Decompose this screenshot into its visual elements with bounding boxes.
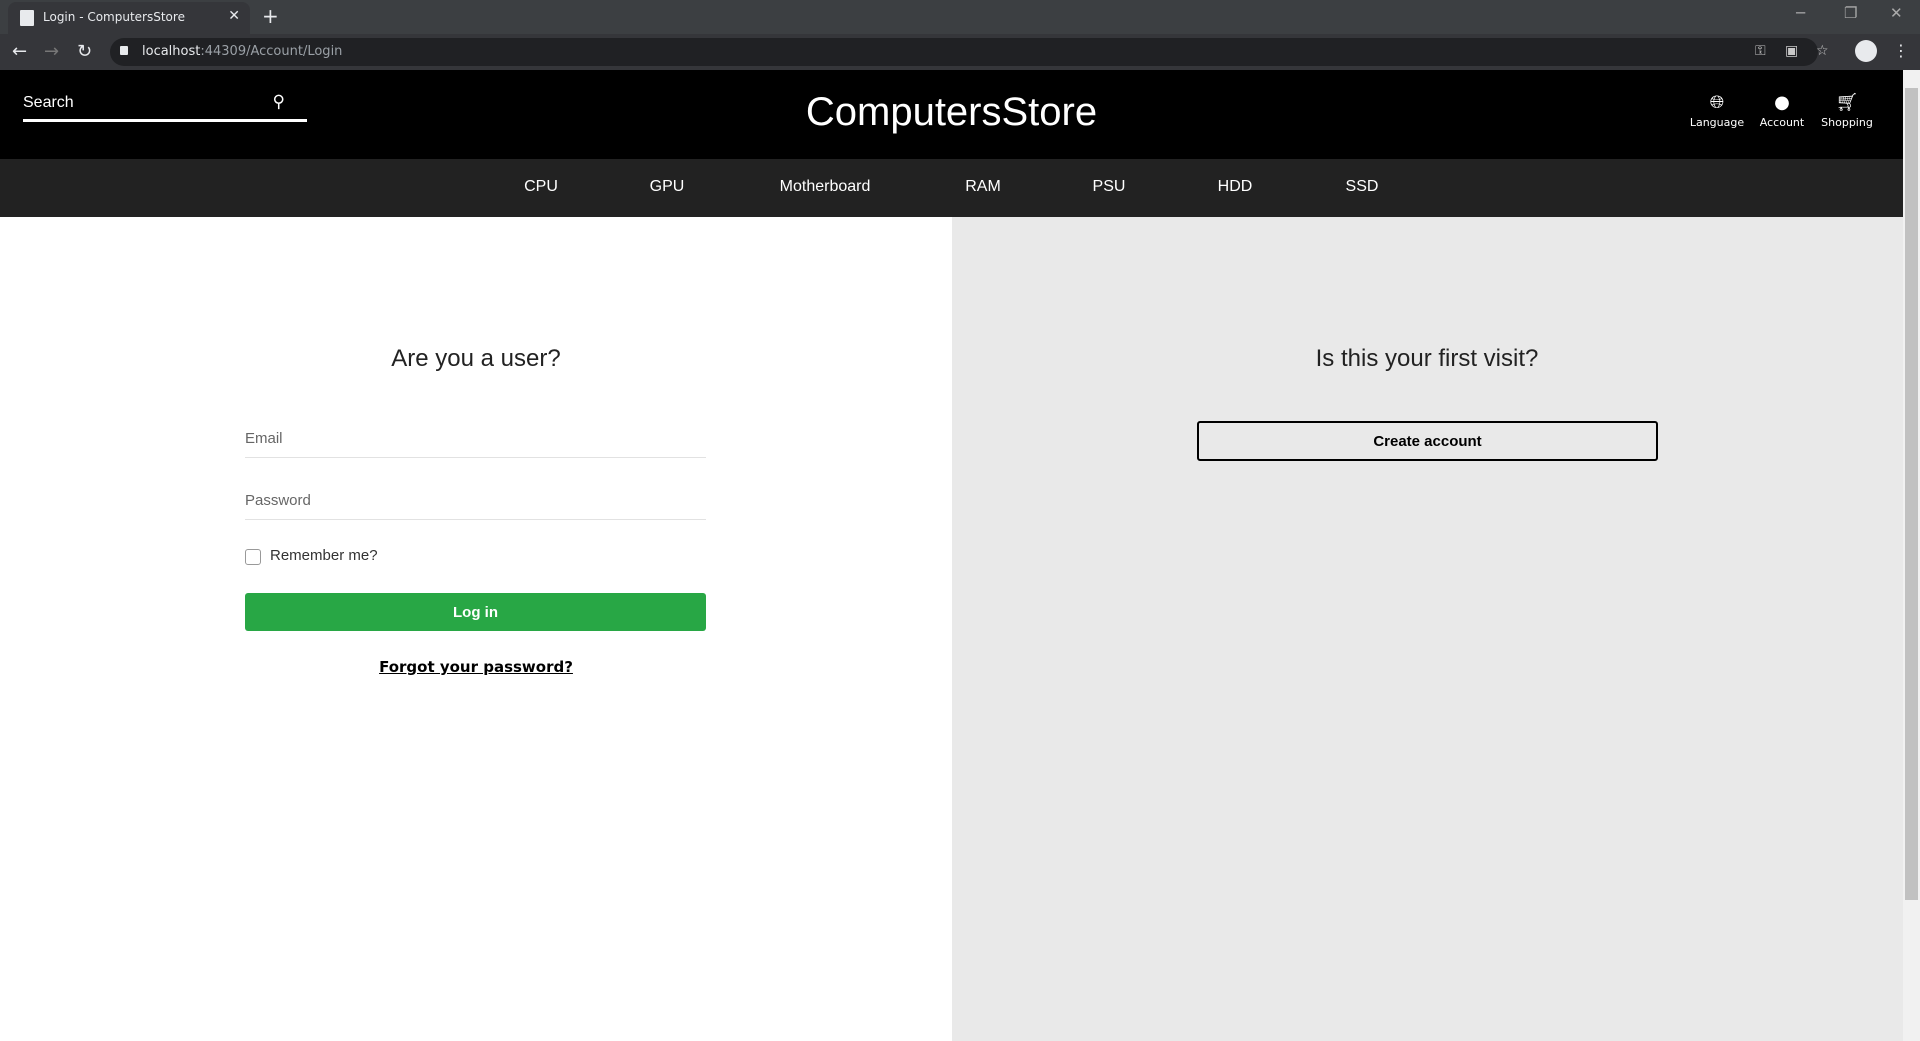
nav-ssd[interactable]: SSD: [1346, 178, 1379, 196]
forgot-password-text[interactable]: Forgot your password?: [379, 658, 573, 676]
register-heading: Is this your first visit?: [1315, 345, 1539, 372]
page-icon: [20, 10, 34, 26]
profile-icon[interactable]: [1855, 40, 1877, 62]
restore-icon[interactable]: ❐: [1844, 4, 1857, 22]
nav-psu[interactable]: PSU: [1093, 178, 1126, 196]
address-bar[interactable]: localhost:44309/Account/Login ⚿ ▣ ☆: [110, 38, 1829, 66]
forgot-password-link: Forgot your password?: [0, 658, 952, 676]
category-nav: CPU GPU Motherboard RAM PSU HDD SSD: [0, 159, 1903, 217]
key-icon[interactable]: ⚿: [1755, 43, 1766, 59]
translate-icon[interactable]: ▣: [1785, 43, 1798, 59]
site-logo[interactable]: ComputersStore: [0, 90, 1903, 135]
email-field[interactable]: [245, 430, 706, 447]
nav-hdd[interactable]: HDD: [1218, 178, 1253, 196]
remember-me-label[interactable]: Remember me?: [270, 547, 378, 564]
reload-icon[interactable]: ↻: [77, 41, 92, 62]
url-text: localhost:44309/Account/Login: [142, 44, 343, 59]
tab-title: Login - ComputersStore: [43, 10, 185, 24]
email-field-wrap: [245, 428, 706, 458]
nav-ram[interactable]: RAM: [965, 178, 1001, 196]
user-icon: ●: [1774, 92, 1790, 113]
minimize-icon[interactable]: ─: [1796, 4, 1805, 22]
browser-tab-bar: Login - ComputersStore ✕ + ─ ❐ ✕: [0, 0, 1920, 34]
nav-cpu[interactable]: CPU: [524, 178, 558, 196]
register-panel: [952, 217, 1903, 1041]
cart-icon: 🛒︎: [1835, 92, 1859, 113]
password-field[interactable]: [245, 492, 706, 509]
globe-icon: 🌐︎: [1709, 92, 1725, 113]
site-header: ⚲ ComputersStore 🌐︎Language ●Account 🛒︎S…: [0, 70, 1903, 159]
back-icon[interactable]: ←: [12, 41, 27, 62]
language-button[interactable]: 🌐︎ Language: [1682, 92, 1752, 129]
scrollbar-thumb[interactable]: [1905, 88, 1918, 900]
address-toolbar: ← → ↻ localhost:44309/Account/Login ⚿ ▣ …: [0, 34, 1920, 70]
close-tab-icon[interactable]: ✕: [228, 8, 240, 24]
lock-icon: [120, 46, 128, 55]
login-button[interactable]: Log in: [245, 593, 706, 631]
nav-motherboard[interactable]: Motherboard: [780, 178, 871, 196]
login-heading: Are you a user?: [391, 345, 561, 372]
shopping-cart-button[interactable]: 🛒︎ Shopping: [1812, 92, 1882, 129]
browser-tab[interactable]: Login - ComputersStore ✕: [8, 2, 250, 34]
forward-icon[interactable]: →: [44, 41, 59, 62]
close-window-icon[interactable]: ✕: [1890, 4, 1903, 22]
star-icon[interactable]: ☆: [1816, 43, 1829, 59]
remember-me-checkbox[interactable]: [245, 549, 261, 565]
create-account-button[interactable]: Create account: [1197, 421, 1658, 461]
account-button[interactable]: ● Account: [1747, 92, 1817, 129]
menu-dots-icon[interactable]: ⋮: [1893, 41, 1909, 60]
password-field-wrap: [245, 490, 706, 520]
new-tab-button[interactable]: +: [262, 4, 279, 28]
nav-gpu[interactable]: GPU: [650, 178, 685, 196]
